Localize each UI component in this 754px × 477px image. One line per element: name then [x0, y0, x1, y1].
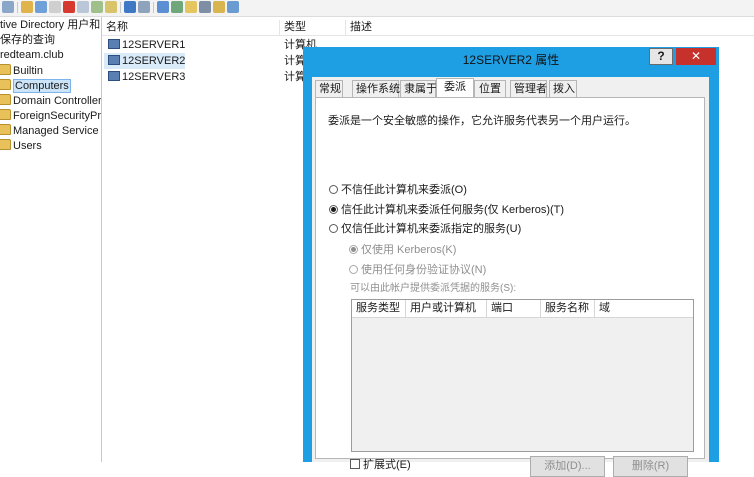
- new-ou-icon[interactable]: [185, 1, 197, 13]
- copy-icon[interactable]: [49, 1, 61, 13]
- tree-item-managed-service[interactable]: Managed Service: [0, 124, 99, 139]
- navigation-tree: tive Directory 用户和 保存的查询 redteam.club Bu…: [0, 17, 102, 462]
- radio-trust-any-service[interactable]: 信任此计算机来委派任何服务(仅 Kerberos)(T): [329, 203, 564, 218]
- services-label: 可以由此帐户提供委派凭据的服务(S):: [350, 283, 517, 294]
- new-user-icon[interactable]: [157, 1, 169, 13]
- radio-trust-specified-services[interactable]: 仅信任此计算机来委派指定的服务(U): [329, 222, 521, 237]
- radio-icon: [329, 224, 338, 233]
- folder-icon: [0, 139, 11, 150]
- column-header-type[interactable]: 类型: [280, 20, 346, 35]
- filter-icon[interactable]: [199, 1, 211, 13]
- tab-member-of[interactable]: 隶属于: [400, 80, 437, 97]
- toolbar: [0, 0, 754, 17]
- help-button[interactable]: ?: [649, 48, 673, 65]
- find-icon[interactable]: [227, 1, 239, 13]
- tree-item-foreign-security[interactable]: ForeignSecurityPr: [0, 109, 101, 124]
- column-header-service-name: 服务名称: [541, 300, 595, 317]
- tree-item-computers[interactable]: Computers: [0, 79, 71, 94]
- services-table-header: 服务类型 用户或计算机 端口 服务名称 域: [352, 300, 693, 318]
- refresh-icon[interactable]: [91, 1, 103, 13]
- radio-icon: [349, 265, 358, 274]
- expanded-checkbox[interactable]: 扩展式(E): [350, 458, 411, 473]
- folder-icon: [0, 94, 11, 105]
- tab-managed-by[interactable]: 管理者: [510, 80, 547, 97]
- tree-item-root[interactable]: tive Directory 用户和: [0, 18, 100, 33]
- back-icon[interactable]: [2, 1, 14, 13]
- cut-icon[interactable]: [35, 1, 47, 13]
- new-group-icon[interactable]: [171, 1, 183, 13]
- delegation-description: 委派是一个安全敏感的操作，它允许服务代表另一个用户运行。: [328, 115, 636, 127]
- folder-icon: [0, 64, 11, 75]
- folder-icon: [0, 79, 11, 90]
- column-header-user-or-computer: 用户或计算机: [406, 300, 487, 317]
- tree-item-domain[interactable]: redteam.club: [0, 48, 64, 63]
- tab-location[interactable]: 位置: [474, 80, 506, 97]
- radio-checked-icon: [349, 245, 358, 254]
- tab-general[interactable]: 常规: [315, 80, 343, 97]
- computer-icon: [108, 71, 120, 81]
- radio-checked-icon: [329, 205, 338, 214]
- computer-icon: [108, 39, 120, 49]
- checkbox-icon: [350, 459, 360, 469]
- folder-icon: [0, 124, 11, 135]
- column-header-description[interactable]: 描述: [346, 20, 546, 35]
- radio-kerberos-only: 仅使用 Kerberos(K): [349, 243, 456, 258]
- properties-dialog: 12SERVER2 属性 ? ✕ 常规 操作系统 隶属于 委派 位置 管理者 拨…: [303, 47, 719, 477]
- tab-dial-in[interactable]: 拨入: [549, 80, 577, 97]
- close-button[interactable]: ✕: [676, 48, 716, 65]
- help-icon[interactable]: [124, 1, 136, 13]
- tree-item-builtin[interactable]: Builtin: [0, 64, 43, 79]
- export-icon[interactable]: [105, 1, 117, 13]
- list-header: 名称 类型 描述: [102, 20, 754, 36]
- properties-icon[interactable]: [77, 1, 89, 13]
- delete-icon[interactable]: [63, 1, 75, 13]
- tree-item-domain-controllers[interactable]: Domain Controller: [0, 94, 101, 109]
- add-button[interactable]: 添加(D)...: [530, 456, 605, 477]
- folder-up-icon[interactable]: [21, 1, 33, 13]
- view-icon[interactable]: [138, 1, 150, 13]
- tab-operating-system[interactable]: 操作系统: [352, 80, 400, 97]
- radio-no-trust[interactable]: 不信任此计算机来委派(O): [329, 183, 467, 198]
- radio-any-protocol: 使用任何身份验证协议(N): [349, 263, 486, 278]
- remove-button[interactable]: 删除(R): [613, 456, 688, 477]
- folder-icon: [0, 109, 11, 120]
- tab-delegation[interactable]: 委派: [436, 78, 474, 99]
- dialog-body: 常规 操作系统 隶属于 委派 位置 管理者 拨入 委派是一个安全敏感的操作，它允…: [312, 77, 709, 477]
- services-table: 服务类型 用户或计算机 端口 服务名称 域: [351, 299, 694, 452]
- computer-icon: [108, 55, 120, 65]
- column-header-service-type: 服务类型: [352, 300, 406, 317]
- column-header-domain: 域: [599, 302, 610, 314]
- tree-item-users[interactable]: Users: [0, 139, 42, 154]
- column-header-port: 端口: [487, 300, 541, 317]
- tree-item-saved-queries[interactable]: 保存的查询: [0, 33, 55, 48]
- add-to-group-icon[interactable]: [213, 1, 225, 13]
- delegation-panel: 委派是一个安全敏感的操作，它允许服务代表另一个用户运行。 不信任此计算机来委派(…: [315, 97, 705, 471]
- column-header-name[interactable]: 名称: [102, 20, 280, 35]
- radio-icon: [329, 185, 338, 194]
